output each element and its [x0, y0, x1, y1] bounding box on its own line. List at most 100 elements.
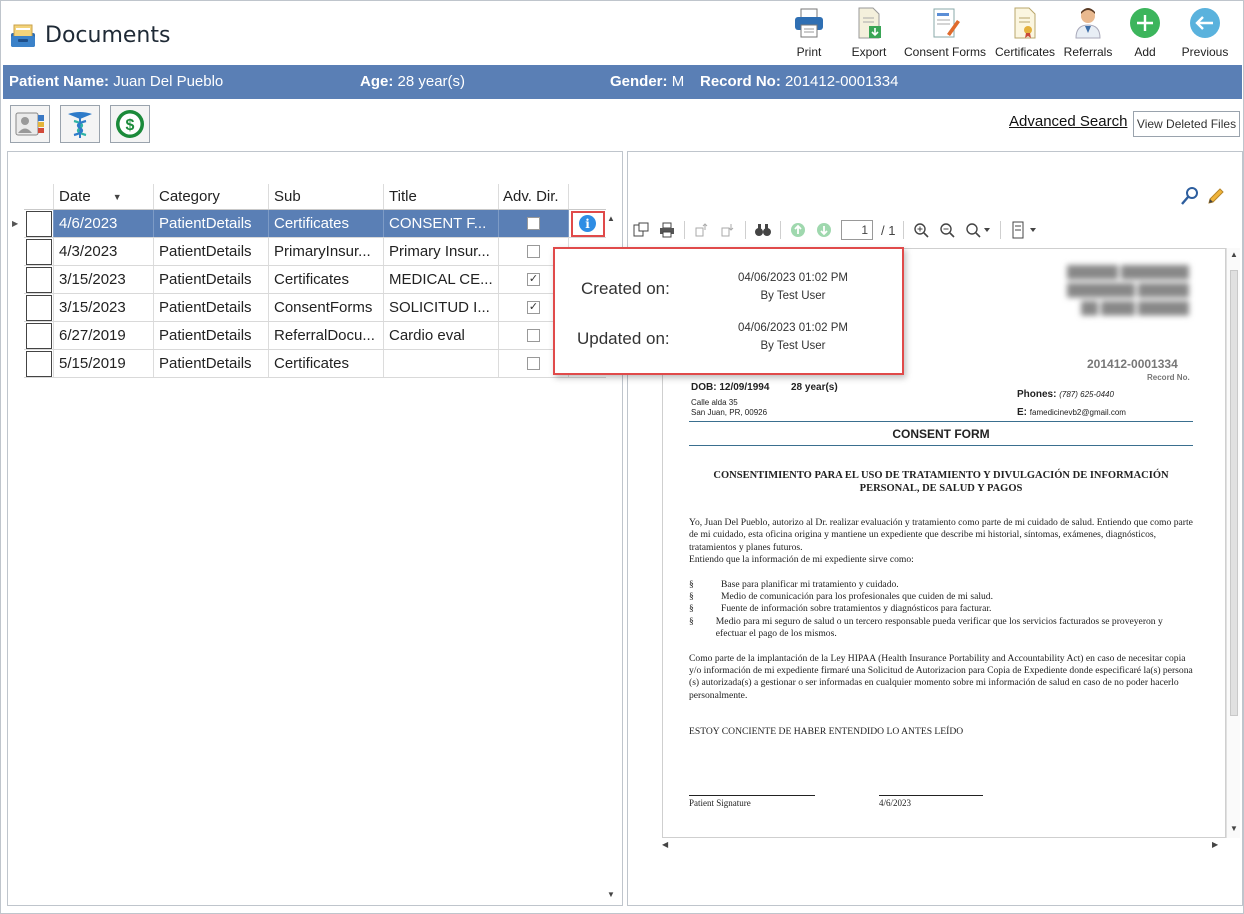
consent-heading: CONSENTIMIENTO PARA EL USO DE TRATAMIENT… [713, 470, 1169, 494]
row-category: PatientDetails [154, 322, 269, 349]
page-layout-icon[interactable] [1009, 221, 1041, 239]
zoom-out-icon[interactable] [938, 221, 956, 239]
table-row[interactable]: 5/15/2019 PatientDetails Certificates [24, 350, 606, 378]
binoculars-icon[interactable] [754, 221, 772, 239]
scroll-down-icon[interactable]: ▼ [1230, 824, 1238, 833]
zoom-options-icon[interactable] [964, 221, 992, 239]
last-page-icon[interactable] [719, 221, 737, 239]
table-row[interactable]: 6/27/2019 PatientDetails ReferralDocu...… [24, 322, 606, 350]
row-sub: ReferralDocu... [269, 322, 384, 349]
row-category: PatientDetails [154, 266, 269, 293]
row-title: SOLICITUD I... [384, 294, 499, 321]
row-title: Cardio eval [384, 322, 499, 349]
page-number-input[interactable]: 1 [841, 220, 873, 240]
table-row[interactable]: 4/3/2023 PatientDetails PrimaryInsur... … [24, 238, 606, 266]
adv-dir-checkbox[interactable] [527, 245, 540, 258]
info-column-header [569, 184, 606, 209]
viewer-vertical-scrollbar[interactable]: ▲ ▼ [1226, 248, 1240, 838]
created-on-label: Created on: [581, 279, 670, 298]
add-button[interactable]: Add [1117, 5, 1173, 63]
row-select-box[interactable] [25, 350, 52, 377]
table-row[interactable]: ▶ 4/6/2023 PatientDetails Certificates C… [12, 210, 606, 238]
patient-details-category-button[interactable] [10, 105, 50, 143]
sub-column-header[interactable]: Sub [269, 184, 384, 209]
acknowledgement: ESTOY CONCIENTE DE HABER ENTENDIDO LO AN… [689, 726, 964, 738]
top-toolbar: Print Export Consent Forms Certificates … [779, 5, 1237, 63]
scroll-up-icon[interactable]: ▲ [1230, 250, 1238, 259]
adv-dir-column-header[interactable]: Adv. Dir. [499, 184, 569, 209]
table-row[interactable]: 3/15/2023 PatientDetails Certificates ME… [24, 266, 606, 294]
adv-dir-checkbox[interactable] [527, 357, 540, 370]
print-button[interactable]: Print [779, 5, 839, 63]
open-document-icon[interactable] [632, 221, 650, 239]
dollar-icon: $ [116, 110, 144, 138]
info-icon: i [579, 215, 596, 232]
row-select-box[interactable] [25, 238, 52, 265]
pencil-icon[interactable] [1206, 186, 1226, 206]
consent-bullet: § Base para planificar mi tratamiento y c… [689, 578, 899, 590]
row-date: 4/3/2023 [54, 238, 154, 265]
certificates-button[interactable]: Certificates [991, 5, 1059, 63]
patient-info-bar: Patient Name: Juan Del Pueblo Age: 28 ye… [3, 65, 1242, 99]
viewer-horizontal-scrollbar[interactable]: ◀ ▶ [662, 838, 1226, 852]
row-select-box[interactable] [25, 294, 52, 321]
row-select-box[interactable] [25, 210, 52, 237]
previous-page-icon[interactable] [789, 221, 807, 239]
scroll-left-icon[interactable]: ◀ [662, 840, 668, 849]
scrollbar-thumb[interactable] [1230, 270, 1238, 716]
export-button[interactable]: Export [839, 5, 899, 63]
adv-dir-checkbox[interactable] [527, 217, 540, 230]
referrals-button[interactable]: Referrals [1059, 5, 1117, 63]
consent-form-icon [933, 8, 960, 38]
consent-bullet: § Medio de comunicación para los profesio… [689, 591, 994, 603]
scroll-down-icon[interactable]: ▼ [607, 890, 615, 899]
document-record-no: 201412-0001334 [1087, 357, 1178, 371]
row-select-box[interactable] [25, 266, 52, 293]
row-date: 3/15/2023 [54, 266, 154, 293]
scroll-right-icon[interactable]: ▶ [1212, 840, 1218, 849]
info-button[interactable]: i [570, 210, 605, 237]
document-email: E: famedicinevb2@gmail.com [1017, 407, 1126, 418]
svg-text:$: $ [126, 117, 135, 134]
patient-age: Age: 28 year(s) [360, 73, 466, 90]
date-column-header[interactable]: Date ▼ [54, 184, 154, 209]
advanced-search-link[interactable]: Advanced Search [1009, 113, 1127, 130]
documents-app-icon [11, 24, 35, 47]
row-category: PatientDetails [154, 210, 269, 237]
medical-category-button[interactable] [60, 105, 100, 143]
adv-dir-checkbox[interactable]: ✓ [527, 273, 540, 286]
row-date: 4/6/2023 [54, 210, 154, 237]
export-icon [858, 7, 881, 39]
zoom-in-icon[interactable] [912, 221, 930, 239]
category-column-header[interactable]: Category [154, 184, 269, 209]
documents-grid: Date ▼ Category Sub Title Adv. Dir. ▶ 4/6… [12, 184, 606, 378]
row-sub: ConsentForms [269, 294, 384, 321]
adv-dir-checkbox[interactable] [527, 329, 540, 342]
adv-dir-checkbox[interactable]: ✓ [527, 301, 540, 314]
table-row[interactable]: 3/15/2023 PatientDetails ConsentForms SO… [24, 294, 606, 322]
previous-button[interactable]: Previous [1173, 5, 1237, 63]
billing-category-button[interactable]: $ [110, 105, 150, 143]
title-column-header[interactable]: Title [384, 184, 499, 209]
document-info-popup: Created on: 04/06/2023 01:02 PM By Test U… [553, 247, 904, 375]
documents-window: Documents Print Export Consent Forms Cer… [0, 0, 1244, 914]
scroll-up-icon[interactable]: ▲ [607, 214, 615, 223]
app-title: Documents [9, 19, 170, 51]
row-title [384, 350, 499, 377]
consent-forms-button[interactable]: Consent Forms [899, 5, 991, 63]
print-document-icon[interactable] [658, 221, 676, 239]
row-category: PatientDetails [154, 238, 269, 265]
first-page-icon[interactable] [693, 221, 711, 239]
consent-bullet: § Fuente de información sobre tratamiento… [689, 603, 992, 615]
next-page-icon[interactable] [815, 221, 833, 239]
documents-list-pane: Date ▼ Category Sub Title Adv. Dir. ▶ 4/6… [7, 151, 623, 906]
view-deleted-files-button[interactable]: View Deleted Files [1133, 111, 1240, 137]
patient-signature-line: Patient Signature [689, 795, 815, 808]
document-dob: DOB: 12/09/1994 [691, 382, 770, 393]
grid-header: Date ▼ Category Sub Title Adv. Dir. [24, 184, 606, 210]
sort-down-icon[interactable]: ▼ [113, 192, 122, 202]
row-select-box[interactable] [25, 322, 52, 349]
document-address: Calle alda 35 San Juan, PR, 00926 [691, 398, 768, 417]
row-sub: Certificates [269, 266, 384, 293]
magnifier-icon[interactable] [1180, 186, 1200, 206]
